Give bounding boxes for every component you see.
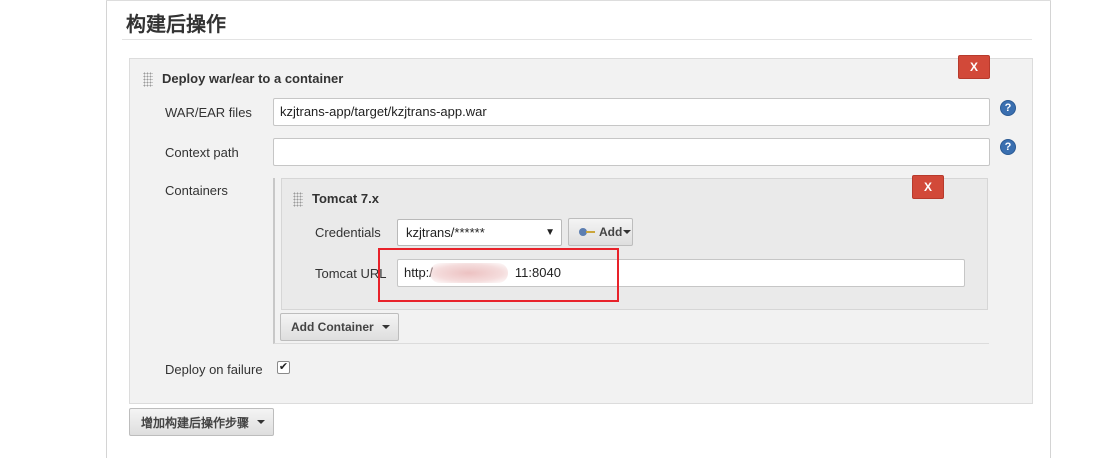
select-caret-icon: ▼ — [545, 227, 555, 238]
war-ear-files-label: WAR/EAR files — [165, 105, 252, 120]
delete-container-button[interactable]: X — [912, 175, 944, 199]
credentials-label: Credentials — [315, 225, 381, 240]
war-ear-files-input[interactable]: kzjtrans-app/target/kzjtrans-app.war — [273, 98, 990, 126]
deploy-on-failure-label: Deploy on failure — [165, 362, 263, 377]
top-divider — [106, 0, 1051, 1]
context-path-input[interactable] — [273, 138, 990, 166]
add-credentials-label: Add — [599, 225, 623, 239]
caret-down-icon — [381, 325, 390, 329]
context-path-label: Context path — [165, 145, 239, 160]
drag-handle-icon[interactable] — [143, 72, 153, 87]
drag-handle-icon[interactable] — [293, 192, 303, 207]
tomcat-url-label: Tomcat URL — [315, 266, 387, 281]
credentials-select[interactable]: kzjtrans/****** ▼ — [397, 219, 562, 246]
add-container-label: Add Container — [291, 320, 374, 334]
caret-down-icon — [623, 230, 632, 234]
url-highlight-box — [378, 248, 619, 302]
add-container-button[interactable]: Add Container — [280, 313, 399, 341]
add-credentials-button[interactable]: Add — [568, 218, 633, 246]
key-icon — [579, 228, 595, 236]
tomcat-title: Tomcat 7.x — [312, 191, 379, 206]
section-divider — [122, 39, 1032, 40]
deploy-on-failure-checkbox[interactable]: ✔ — [277, 361, 290, 374]
caret-down-icon — [257, 420, 266, 424]
deploy-step-title: Deploy war/ear to a container — [162, 71, 344, 86]
help-icon[interactable]: ? — [1000, 139, 1016, 155]
containers-label: Containers — [165, 183, 228, 198]
section-title: 构建后操作 — [126, 12, 226, 36]
add-post-build-step-button[interactable]: 增加构建后操作步骤 — [129, 408, 274, 436]
delete-step-button[interactable]: X — [958, 55, 990, 79]
credentials-selected-value: kzjtrans/****** — [406, 225, 485, 240]
add-post-build-step-label: 增加构建后操作步骤 — [141, 415, 250, 430]
help-icon[interactable]: ? — [1000, 100, 1016, 116]
